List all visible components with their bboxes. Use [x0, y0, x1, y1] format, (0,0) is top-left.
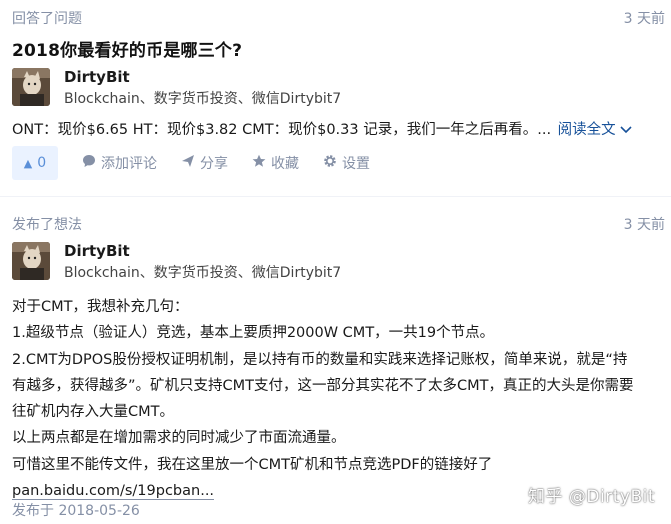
post-line: 以上两点都是在增加需求的同时减少了市面流通量。 — [12, 430, 346, 447]
question-title[interactable]: 2018你最看好的币是哪三个? — [12, 36, 242, 61]
activity-label: 回答了问题 — [12, 11, 82, 27]
author-name[interactable]: DirtyBit — [64, 242, 341, 260]
excerpt-text: ONT：现价$6.65 HT：现价$3.82 CMT：现价$0.33 记录，我们… — [12, 122, 552, 138]
upvote-icon: ▲ — [23, 156, 33, 170]
author-block: DirtyBit Blockchain、数字货币投资、微信Dirtybit7 — [12, 68, 341, 107]
post-line: 对于CMT，我想补充几句： — [12, 299, 189, 315]
baidu-pan-link[interactable]: pan.baidu.com/s/19pcban... — [12, 483, 215, 501]
post-line: 有越多，获得越多”。矿机只支持CMT支付，这一部分其实花不了太多CMT，真正的大… — [12, 377, 634, 394]
author-bio: Blockchain、数字货币投资、微信Dirtybit7 — [64, 91, 342, 107]
avatar[interactable] — [12, 68, 50, 106]
activity-header: 回答了问题 3 天前 — [12, 8, 665, 28]
post-line: 2.CMT为DPOS股份授权证明机制，是以持有币的数量和实践来选择记账权，简单来… — [12, 351, 628, 368]
posted-date: 发布于 2018-05-26 — [12, 503, 140, 519]
author-bio: Blockchain、数字货币投资、微信Dirtybit7 — [64, 265, 342, 281]
author-block: DirtyBit Blockchain、数字货币投资、微信Dirtybit7 — [12, 242, 341, 281]
share-label: 分享 — [200, 156, 228, 172]
comment-label: 添加评论 — [101, 156, 157, 172]
share-icon — [181, 154, 195, 172]
card-divider — [0, 196, 671, 197]
activity-header: 发布了想法 3 天前 — [12, 214, 665, 234]
post-line: 可惜这里不能传文件，我在这里放一个CMT矿机和节点竞选PDF的链接好了 — [12, 456, 493, 473]
activity-time: 3 天前 — [623, 217, 665, 233]
read-more-label: 阅读全文 — [557, 122, 616, 138]
read-more-link[interactable]: 阅读全文 — [558, 122, 633, 138]
vote-count: 0 — [37, 155, 47, 171]
answer-excerpt[interactable]: ONT：现价$6.65 HT：现价$3.82 CMT：现价$0.33 记录，我们… — [12, 118, 632, 139]
action-bar: ▲ 0 添加评论 分享 收藏 设置 — [12, 146, 370, 180]
settings-button[interactable]: 设置 — [323, 153, 370, 173]
comment-icon — [82, 154, 96, 172]
star-icon — [252, 154, 266, 172]
favorite-label: 收藏 — [271, 156, 299, 172]
favorite-button[interactable]: 收藏 — [252, 153, 299, 173]
watermark: 知乎 @DirtyBit — [528, 487, 655, 507]
add-comment-button[interactable]: 添加评论 — [82, 153, 157, 173]
author-name[interactable]: DirtyBit — [64, 68, 341, 86]
share-button[interactable]: 分享 — [181, 153, 228, 173]
post-body: 对于CMT，我想补充几句： 1.超级节点（验证人）竞选，基本上要质押2000W … — [12, 294, 667, 504]
avatar[interactable] — [12, 242, 50, 280]
activity-time: 3 天前 — [623, 11, 665, 27]
post-line: 往矿机内存入大量CMT。 — [12, 404, 174, 421]
activity-label: 发布了想法 — [12, 217, 82, 233]
upvote-button[interactable]: ▲ 0 — [12, 146, 58, 180]
chevron-down-icon — [620, 122, 632, 138]
settings-label: 设置 — [342, 156, 370, 172]
gear-icon — [323, 154, 337, 172]
post-line: 1.超级节点（验证人）竞选，基本上要质押2000W CMT，一共19个节点。 — [12, 325, 495, 342]
